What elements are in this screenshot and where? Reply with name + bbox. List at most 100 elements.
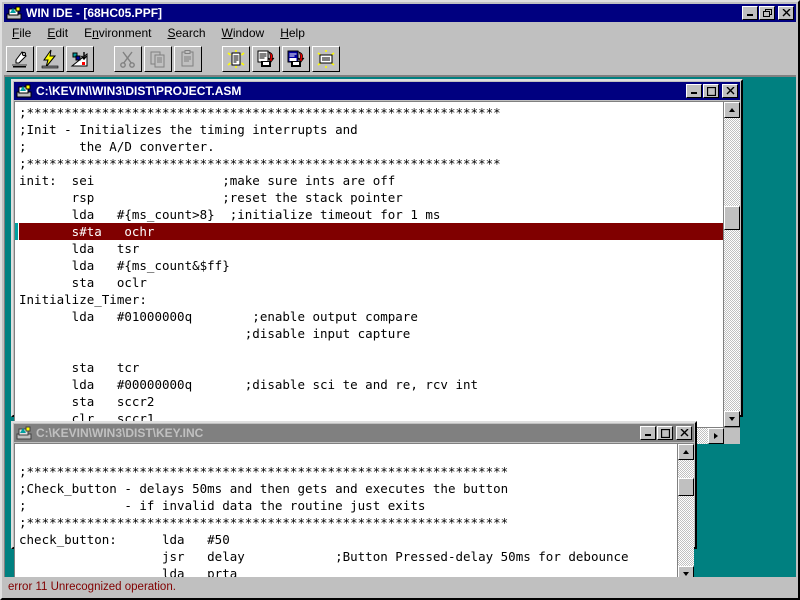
copy-pages-icon	[144, 46, 172, 72]
scroll-up-button[interactable]	[678, 444, 694, 460]
editor2-title-text: C:\KEVIN\WIN3\DIST\KEY.INC	[36, 426, 204, 440]
scroll-right-button[interactable]	[708, 428, 724, 444]
code-line[interactable]: sta sccr2	[19, 393, 723, 410]
editor2-minimize-button[interactable]	[640, 426, 656, 440]
code-line[interactable]: lda prta	[19, 565, 677, 577]
assemble-lightning-icon[interactable]	[36, 46, 64, 72]
scroll-track-lower[interactable]	[724, 230, 740, 411]
code-text-project-asm[interactable]: ;***************************************…	[15, 102, 723, 427]
close-button[interactable]	[778, 6, 794, 20]
status-bar: error 11 Unrecognized operation.	[4, 578, 796, 596]
scroll-track-lower[interactable]	[678, 496, 694, 566]
code-line-error[interactable]: s#ta ochr	[15, 223, 723, 240]
scroll-up-button[interactable]	[724, 102, 740, 118]
editor2-vertical-scrollbar[interactable]	[677, 444, 694, 577]
code-line[interactable]: ;***************************************…	[19, 104, 723, 121]
menu-file[interactable]: File	[4, 24, 39, 42]
editor-window-key-inc[interactable]: C:\KEVIN\WIN3\DIST\KEY.INC ;************…	[11, 421, 697, 577]
ide-app-icon	[5, 5, 23, 21]
code-line[interactable]: ;***************************************…	[19, 155, 723, 172]
code-line-text: lda #{ms_count>8} ;initialize timeout fo…	[19, 207, 441, 222]
editor2-close-button[interactable]	[676, 426, 692, 440]
cut-scissors-icon	[114, 46, 142, 72]
code-line[interactable]: ;Init - Initializes the timing interrupt…	[19, 121, 723, 138]
paste-clipboard-icon	[174, 46, 202, 72]
code-line-text: lda #{ms_count&$ff}	[19, 258, 230, 273]
code-line-text: jsr delay ;Button Pressed-delay 50ms for…	[19, 549, 629, 564]
code-line-text: ;***************************************…	[19, 464, 509, 479]
toolbar	[4, 43, 796, 76]
code-line[interactable]: lda #00000000q ;disable sci te and re, r…	[19, 376, 723, 393]
toolbar-separator-1	[94, 59, 112, 60]
editor-window-controls	[685, 84, 738, 98]
debug-microscope-icon[interactable]	[6, 46, 34, 72]
code-line[interactable]: sta tcr	[19, 359, 723, 376]
save-as-file-icon[interactable]	[282, 46, 310, 72]
code-line-text: lda #01000000q ;enable output compare	[19, 309, 418, 324]
code-line[interactable]: ; - if invalid data the routine just exi…	[19, 497, 677, 514]
window-title: WIN IDE - [68HC05.PPF]	[26, 6, 163, 20]
editor2-text-area[interactable]: ;***************************************…	[14, 443, 694, 577]
editor-vertical-scrollbar[interactable]	[723, 102, 740, 427]
editor-minimize-button[interactable]	[686, 84, 702, 98]
editor-text-area[interactable]: ;***************************************…	[14, 101, 740, 427]
code-line-text: ; - if invalid data the routine just exi…	[19, 498, 426, 513]
code-line-text: sta sccr2	[19, 394, 155, 409]
code-line[interactable]: Initialize_Timer:	[19, 291, 723, 308]
editor-title-text: C:\KEVIN\WIN3\DIST\PROJECT.ASM	[36, 84, 242, 98]
code-line-text: lda tsr	[19, 241, 140, 256]
scroll-down-button[interactable]	[678, 566, 694, 577]
text-caret	[15, 223, 18, 240]
editor-body: ;***************************************…	[14, 101, 740, 444]
code-text-key-inc[interactable]: ;***************************************…	[15, 444, 677, 577]
code-line[interactable]: lda #{ms_count>8} ;initialize timeout fo…	[19, 206, 723, 223]
open-file-icon[interactable]	[312, 46, 340, 72]
application-window: WIN IDE - [68HC05.PPF] File Edit Environ…	[0, 0, 800, 600]
save-file-icon[interactable]	[252, 46, 280, 72]
main-titlebar: WIN IDE - [68HC05.PPF]	[4, 4, 796, 22]
code-line-text: ;Init - Initializes the timing interrupt…	[19, 122, 358, 137]
code-line[interactable]: ; the A/D converter.	[19, 138, 723, 155]
code-line[interactable]: ;***************************************…	[19, 514, 677, 531]
menu-help[interactable]: Help	[272, 24, 313, 42]
code-line[interactable]	[19, 446, 677, 463]
code-line[interactable]: lda tsr	[19, 240, 723, 257]
ide-document-icon	[15, 425, 33, 441]
minimize-button[interactable]	[742, 6, 758, 20]
code-line[interactable]	[19, 342, 723, 359]
code-line-text: Initialize_Timer:	[19, 292, 147, 307]
code-line-text: ;disable input capture	[19, 326, 411, 341]
scroll-thumb[interactable]	[724, 206, 740, 230]
scroll-down-button[interactable]	[724, 411, 740, 427]
editor-close-button[interactable]	[722, 84, 738, 98]
editor2-maximize-button[interactable]	[657, 426, 673, 440]
code-line[interactable]: check_button: lda #50	[19, 531, 677, 548]
code-line-text: ;***************************************…	[19, 156, 501, 171]
scroll-track-upper[interactable]	[724, 118, 740, 206]
menu-edit[interactable]: Edit	[39, 24, 76, 42]
code-line[interactable]: ;disable input capture	[19, 325, 723, 342]
editor-window-project-asm[interactable]: C:\KEVIN\WIN3\DIST\PROJECT.ASM ;********…	[11, 79, 743, 444]
menu-window[interactable]: Window	[214, 24, 273, 42]
code-line[interactable]: ;Check_button - delays 50ms and then get…	[19, 480, 677, 497]
status-message: error 11 Unrecognized operation.	[8, 581, 176, 593]
code-line[interactable]: lda #{ms_count&$ff}	[19, 257, 723, 274]
code-line[interactable]: ;***************************************…	[19, 463, 677, 480]
code-line-text: lda prta	[19, 566, 238, 577]
code-line[interactable]: init: sei ;make sure ints are off	[19, 172, 723, 189]
new-file-icon[interactable]	[222, 46, 250, 72]
restore-button[interactable]	[759, 6, 775, 20]
scroll-thumb[interactable]	[678, 478, 694, 496]
code-line[interactable]: sta oclr	[19, 274, 723, 291]
toolbar-separator-2	[202, 59, 220, 60]
scroll-track-upper[interactable]	[678, 460, 694, 478]
code-line[interactable]: rsp ;reset the stack pointer	[19, 189, 723, 206]
code-line[interactable]: jsr delay ;Button Pressed-delay 50ms for…	[19, 548, 677, 565]
code-line-text: rsp ;reset the stack pointer	[19, 190, 403, 205]
editor-maximize-button[interactable]	[703, 84, 719, 98]
menu-search[interactable]: Search	[159, 24, 213, 42]
download-transfer-icon[interactable]	[66, 46, 94, 72]
menu-environment[interactable]: Environment	[76, 24, 159, 42]
code-line[interactable]: lda #01000000q ;enable output compare	[19, 308, 723, 325]
